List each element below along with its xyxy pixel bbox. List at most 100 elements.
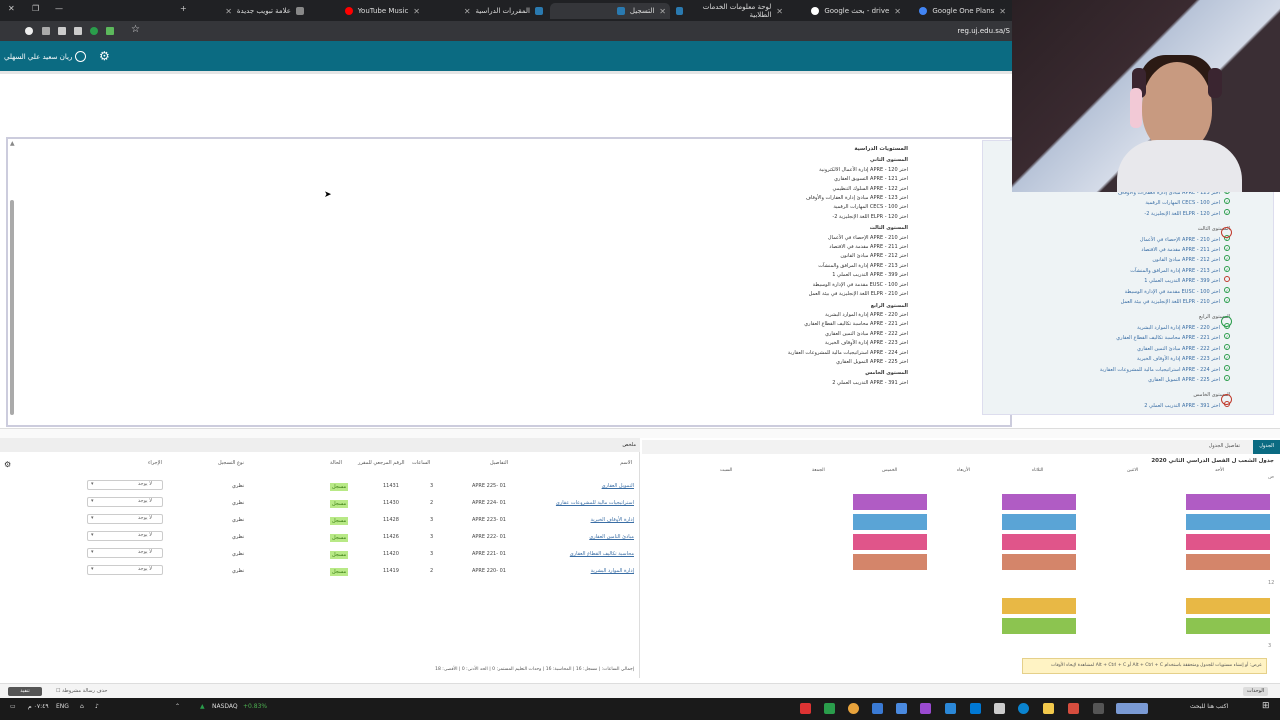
close-tab-icon[interactable]: ✕ [659, 7, 666, 16]
notification-icon[interactable]: ▭ [10, 703, 16, 710]
extension-icon[interactable] [58, 27, 66, 35]
action-select[interactable]: ▾ لا يوجد [87, 531, 163, 541]
new-tab-icon[interactable]: + [180, 4, 187, 13]
plan-item[interactable]: اختر EUSC - 100 مقدمة في الإدارة الوسيطة [688, 281, 908, 290]
close-tab-icon[interactable]: ✕ [776, 7, 783, 16]
col-type[interactable]: نوع التسجيل [218, 460, 244, 466]
schedule-block[interactable] [1186, 618, 1270, 634]
plan-item[interactable]: اختر APRE - 212 مبادئ القانون [688, 252, 908, 261]
user-avatar-icon[interactable] [75, 51, 86, 62]
app-icon[interactable] [872, 703, 883, 714]
extension-icon[interactable] [42, 27, 50, 35]
plan-item[interactable]: اختر APRE - 224 استراتيجيات مالية للمشرو… [688, 349, 908, 358]
taskbar-search[interactable]: اكتب هنا للبحث [1190, 703, 1228, 710]
user-name[interactable]: ريان سعيد علي السهلي [4, 53, 72, 61]
folder-icon[interactable] [1043, 703, 1054, 714]
close-tab-icon[interactable]: ✕ [464, 7, 471, 16]
plan-item[interactable]: اختر APRE - 213 إدارة المرافق والمنشآت [688, 262, 908, 271]
ticker-name[interactable]: NASDAQ [212, 703, 238, 710]
plan-item[interactable]: اختر APRE - 120 إدارة الأعمال الالكتروني… [688, 166, 908, 175]
stock-chart-icon[interactable]: ▲ [200, 703, 205, 710]
course-name-link[interactable]: إدارة الأوقاف الخيرية [591, 517, 634, 523]
plan-item[interactable]: اختر APRE - 399 التدريب العملي 1 [688, 271, 908, 280]
plan-item[interactable]: اختر APRE - 211 مقدمة في الاقتصاد [688, 243, 908, 252]
app-icon[interactable] [1068, 703, 1079, 714]
language-indicator[interactable]: ENG [56, 703, 69, 710]
schedule-block[interactable] [853, 494, 927, 510]
close-tab-icon[interactable]: ✕ [894, 7, 901, 16]
clock-time[interactable]: ٠٧:٤٩ م [28, 703, 49, 710]
course-name-link[interactable]: استراتيجيات مالية للمشروعات عقاري [556, 500, 634, 506]
schedule-block[interactable] [1002, 514, 1076, 530]
action-select[interactable]: ▾ لا يوجد [87, 548, 163, 558]
tab-google-one[interactable]: ✕ Google One Plans [905, 3, 1010, 19]
chrome-icon[interactable] [848, 703, 859, 714]
schedule-block[interactable] [1002, 494, 1076, 510]
plan-item[interactable]: اختر APRE - 221 محاسبة تكاليف القطاع الع… [688, 320, 908, 329]
col-hours[interactable]: الساعات [412, 460, 430, 466]
minimize-window-icon[interactable]: — [55, 4, 63, 13]
plan-item[interactable]: اختر APRE - 220 إدارة الموارد البشرية [688, 311, 908, 320]
network-icon[interactable]: ⌂ [80, 703, 84, 710]
widget-icon[interactable] [1116, 703, 1148, 714]
extension-icon[interactable] [74, 27, 82, 35]
col-details[interactable]: التفاصيل [490, 460, 508, 466]
col-action[interactable]: الإجراء [148, 460, 162, 466]
submit-button[interactable]: تنفيذ [8, 687, 42, 696]
plan-item[interactable]: اختر APRE - 225 التمويل العقاري [688, 358, 908, 367]
conditional-message-checkbox[interactable]: ☐ حذف رسالة مشروطة [56, 688, 107, 694]
schedule-block[interactable] [1186, 514, 1270, 530]
col-crn[interactable]: الرقم المرجعي للمقرر [358, 460, 405, 466]
schedule-block[interactable] [1186, 494, 1270, 510]
course-name-link[interactable]: إدارة الموارد البشرية [591, 568, 634, 574]
plan-item[interactable]: اختر CECS - 100 المهارات الرقمية [688, 203, 908, 212]
col-name[interactable]: الاسم [620, 460, 632, 466]
plan-item[interactable]: اختر ELPR - 210 اللغة الإنجليزية في بيئة… [688, 290, 908, 299]
tab-schedule[interactable]: الجدول [1253, 440, 1280, 454]
bookmark-star-icon[interactable]: ☆ [131, 24, 140, 35]
panel-splitter[interactable] [0, 428, 1280, 438]
tab-schedule-details[interactable]: تفاصيل الجدول [1209, 443, 1240, 449]
volume-icon[interactable]: ♪ [95, 703, 99, 710]
url-field[interactable]: reg.uj.edu.sa/S [958, 27, 1010, 35]
schedule-block[interactable] [1002, 618, 1076, 634]
schedule-block[interactable] [1186, 554, 1270, 570]
tab-google-search[interactable]: ✕ drive - بحث Google [795, 3, 905, 19]
close-tab-icon[interactable]: ✕ [225, 7, 232, 16]
plan-item[interactable]: اختر APRE - 391 التدريب العملي 2 [688, 379, 908, 388]
task-view-icon[interactable] [1093, 703, 1104, 714]
tab-student-dashboard[interactable]: ✕ لوحة معلومات الخدمات الطلابية [672, 3, 787, 19]
tab-youtube-music[interactable]: ✕ YouTube Music [314, 3, 424, 19]
action-select[interactable]: ▾ لا يوجد [87, 514, 163, 524]
course-name-link[interactable]: مبادئ التامين العقاري [589, 534, 634, 540]
schedule-block[interactable] [853, 534, 927, 550]
app-icon[interactable] [994, 703, 1005, 714]
plan-item[interactable]: اختر ELPR - 120 اللغة الإنجليزية 2- [688, 213, 908, 222]
course-name-link[interactable]: محاسبة تكاليف القطاع العقاري [570, 551, 634, 557]
plan-item[interactable]: اختر APRE - 222 مبادئ التمين العقاري [688, 330, 908, 339]
windows-start-icon[interactable]: ⊞ [1262, 701, 1270, 711]
schedule-block[interactable] [1002, 598, 1076, 614]
edge-icon[interactable] [1018, 703, 1029, 714]
plan-item[interactable]: اختر APRE - 123 مبادئ إدارة العقارات وال… [688, 194, 908, 203]
close-tab-icon[interactable]: ✕ [999, 7, 1006, 16]
shield-icon[interactable] [90, 27, 98, 35]
plan-item[interactable]: اختر APRE - 121 التسويق العقاري [688, 175, 908, 184]
vertical-scrollbar[interactable] [10, 200, 14, 415]
close-window-icon[interactable]: ✕ [8, 4, 15, 13]
restore-window-icon[interactable]: ❐ [32, 4, 39, 13]
app-icon[interactable] [920, 703, 931, 714]
expand-tray-icon[interactable]: ⌃ [175, 703, 180, 710]
gear-icon[interactable]: ⚙ [99, 49, 110, 63]
schedule-block[interactable] [853, 554, 927, 570]
plan-item[interactable]: اختر APRE - 122 السلوك التنظيمي [688, 185, 908, 194]
app-icon[interactable] [800, 703, 811, 714]
action-select[interactable]: ▾ لا يوجد [87, 565, 163, 575]
tab-registration[interactable]: ✕ التسجيل [550, 3, 670, 19]
schedule-block[interactable] [853, 514, 927, 530]
app-icon[interactable] [945, 703, 956, 714]
units-button[interactable]: الوحدات [1243, 687, 1268, 696]
profile-icon[interactable] [25, 27, 33, 35]
schedule-block[interactable] [1002, 554, 1076, 570]
schedule-block[interactable] [1186, 598, 1270, 614]
